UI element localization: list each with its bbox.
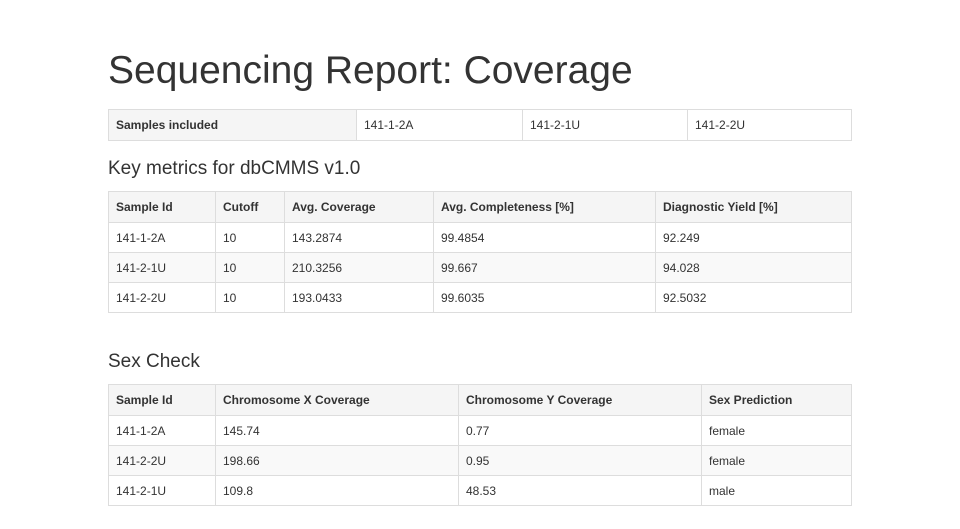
sample-cell: 141-1-2A bbox=[356, 109, 523, 141]
table-cell: 141-2-1U bbox=[108, 252, 216, 283]
key-metrics-heading: Key metrics for dbCMMS v1.0 bbox=[108, 158, 361, 179]
column-header: Sample Id bbox=[108, 191, 216, 223]
table-cell: 141-1-2A bbox=[108, 415, 216, 446]
table-cell: 99.4854 bbox=[433, 222, 656, 253]
table-row: 141-2-1U 10 210.3256 99.667 94.028 bbox=[108, 252, 852, 283]
column-header: Chromosome Y Coverage bbox=[458, 384, 702, 416]
table-cell: 141-2-2U bbox=[108, 445, 216, 476]
sex-check-table: Sample Id Chromosome X Coverage Chromoso… bbox=[108, 384, 852, 506]
table-cell: female bbox=[701, 445, 852, 476]
sample-cell: 141-2-1U bbox=[522, 109, 688, 141]
table-cell: 143.2874 bbox=[284, 222, 434, 253]
table-cell: 92.5032 bbox=[655, 282, 852, 313]
table-cell: 99.6035 bbox=[433, 282, 656, 313]
table-row: 141-1-2A 145.74 0.77 female bbox=[108, 415, 852, 446]
table-cell: 141-2-2U bbox=[108, 282, 216, 313]
table-row: Samples included 141-1-2A 141-2-1U 141-2… bbox=[108, 109, 852, 141]
table-cell: 48.53 bbox=[458, 475, 702, 506]
table-cell: 10 bbox=[215, 252, 285, 283]
column-header: Chromosome X Coverage bbox=[215, 384, 459, 416]
table-cell: female bbox=[701, 415, 852, 446]
column-header: Avg. Coverage bbox=[284, 191, 434, 223]
table-cell: 210.3256 bbox=[284, 252, 434, 283]
table-cell: 0.95 bbox=[458, 445, 702, 476]
table-row: 141-2-1U 109.8 48.53 male bbox=[108, 475, 852, 506]
key-metrics-table: Sample Id Cutoff Avg. Coverage Avg. Comp… bbox=[108, 191, 852, 313]
table-cell: 94.028 bbox=[655, 252, 852, 283]
samples-included-table: Samples included 141-1-2A 141-2-1U 141-2… bbox=[108, 109, 852, 141]
table-cell: 10 bbox=[215, 282, 285, 313]
table-cell: 109.8 bbox=[215, 475, 459, 506]
table-row: 141-1-2A 10 143.2874 99.4854 92.249 bbox=[108, 222, 852, 253]
table-header-row: Sample Id Cutoff Avg. Coverage Avg. Comp… bbox=[108, 191, 852, 223]
table-cell: 198.66 bbox=[215, 445, 459, 476]
table-row: 141-2-2U 10 193.0433 99.6035 92.5032 bbox=[108, 282, 852, 313]
table-cell: 10 bbox=[215, 222, 285, 253]
sex-check-heading: Sex Check bbox=[108, 351, 200, 372]
table-cell: 141-2-1U bbox=[108, 475, 216, 506]
column-header: Diagnostic Yield [%] bbox=[655, 191, 852, 223]
column-header: Sample Id bbox=[108, 384, 216, 416]
page-title: Sequencing Report: Coverage bbox=[108, 49, 633, 92]
table-row: 141-2-2U 198.66 0.95 female bbox=[108, 445, 852, 476]
table-cell: 0.77 bbox=[458, 415, 702, 446]
column-header: Avg. Completeness [%] bbox=[433, 191, 656, 223]
samples-included-label: Samples included bbox=[108, 109, 357, 141]
table-cell: 92.249 bbox=[655, 222, 852, 253]
sample-cell: 141-2-2U bbox=[687, 109, 852, 141]
table-cell: 99.667 bbox=[433, 252, 656, 283]
table-cell: 145.74 bbox=[215, 415, 459, 446]
table-cell: male bbox=[701, 475, 852, 506]
table-cell: 193.0433 bbox=[284, 282, 434, 313]
table-cell: 141-1-2A bbox=[108, 222, 216, 253]
column-header: Sex Prediction bbox=[701, 384, 852, 416]
column-header: Cutoff bbox=[215, 191, 285, 223]
table-header-row: Sample Id Chromosome X Coverage Chromoso… bbox=[108, 384, 852, 416]
